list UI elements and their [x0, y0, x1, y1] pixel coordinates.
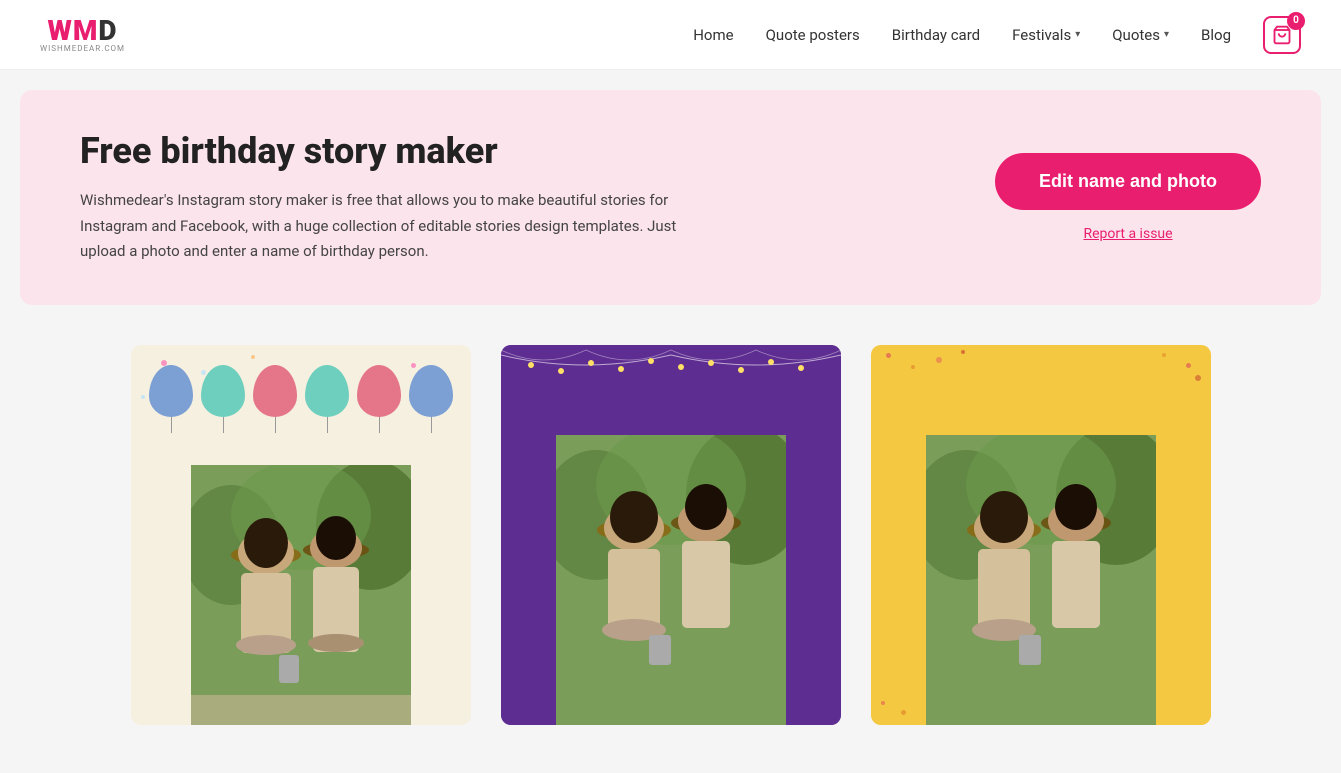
balloon-pink2 [357, 365, 401, 417]
hero-banner: Free birthday story maker Wishmedear's I… [20, 90, 1321, 305]
nav-home[interactable]: Home [693, 26, 733, 44]
hero-title: Free birthday story maker [80, 130, 680, 172]
balloon-blue2 [409, 365, 453, 417]
logo[interactable]: WMD WISHMEDEAR.COM [40, 17, 125, 53]
balloon-teal [201, 365, 245, 417]
card-2-photo-area [556, 435, 786, 725]
card-2-background [501, 345, 841, 725]
nav-blog[interactable]: Blog [1201, 26, 1231, 44]
template-card-2[interactable] [501, 345, 841, 725]
balloon-teal2 [305, 365, 349, 417]
nav-quotes-dropdown[interactable]: Quotes ▾ [1112, 26, 1169, 44]
template-cards-section [0, 325, 1341, 745]
chevron-down-icon: ▾ [1075, 29, 1080, 40]
card-1-photo [191, 465, 411, 725]
hero-text-block: Free birthday story maker Wishmedear's I… [80, 130, 680, 265]
main-nav: Home Quote posters Birthday card Festiva… [693, 16, 1301, 54]
report-issue-link[interactable]: Report a issue [1083, 226, 1172, 242]
edit-name-photo-button[interactable]: Edit name and photo [995, 153, 1261, 210]
card-3-photo-area [926, 435, 1156, 725]
card-1-background [131, 345, 471, 725]
hero-description: Wishmedear's Instagram story maker is fr… [80, 188, 680, 265]
card-2-photo [556, 435, 786, 725]
cart-button[interactable]: 0 [1263, 16, 1301, 54]
chevron-down-icon: ▾ [1164, 29, 1169, 40]
nav-quote-posters[interactable]: Quote posters [766, 26, 860, 44]
balloons-decoration [131, 345, 471, 425]
logo-text: WMD [48, 17, 118, 45]
nav-festivals-dropdown[interactable]: Festivals ▾ [1012, 26, 1080, 44]
string-lights [501, 345, 841, 395]
nav-birthday-card[interactable]: Birthday card [892, 26, 980, 44]
template-card-1[interactable] [131, 345, 471, 725]
cart-count: 0 [1287, 12, 1305, 30]
balloon-blue [149, 365, 193, 417]
template-card-3[interactable] [871, 345, 1211, 725]
logo-sub: WISHMEDEAR.COM [40, 45, 125, 53]
site-header: WMD WISHMEDEAR.COM Home Quote posters Bi… [0, 0, 1341, 70]
people-illustration [191, 465, 411, 725]
card-3-photo [926, 435, 1156, 725]
card-1-photo-area [191, 465, 411, 725]
card-3-background [871, 345, 1211, 725]
hero-actions: Edit name and photo Report a issue [995, 153, 1261, 242]
balloon-pink [253, 365, 297, 417]
